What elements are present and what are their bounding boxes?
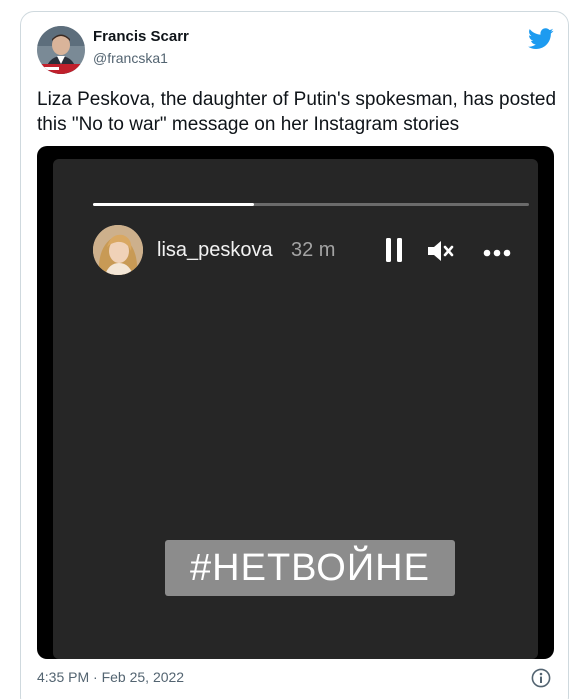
pause-icon[interactable] (383, 237, 405, 263)
story-progress-fill (93, 203, 255, 206)
more-dots-icon[interactable] (483, 245, 511, 257)
info-icon[interactable] (531, 668, 551, 688)
tweet-text: Liza Peskova, the daughter of Putin's sp… (37, 89, 557, 135)
muted-speaker-icon[interactable] (426, 239, 454, 263)
author-handle[interactable]: @francska1 (93, 50, 168, 66)
tweet-media[interactable]: lisa_peskova 32 m #НЕТВОЙНЕ (37, 146, 554, 659)
author-avatar[interactable] (37, 26, 85, 74)
story-progress-bar (93, 203, 529, 206)
instagram-story-frame: lisa_peskova 32 m #НЕТВОЙНЕ (53, 159, 538, 659)
author-name[interactable]: Francis Scarr (93, 28, 189, 45)
twitter-bird-icon[interactable] (528, 28, 554, 50)
tweet-timestamp[interactable]: 4:35 PM · Feb 25, 2022 (37, 669, 184, 685)
story-time: 32 m (291, 239, 336, 261)
story-avatar[interactable] (93, 225, 143, 275)
hashtag-sticker: #НЕТВОЙНЕ (165, 540, 455, 596)
hashtag-text: #НЕТВОЙНЕ (190, 546, 430, 589)
story-username[interactable]: lisa_peskova (157, 239, 273, 262)
tweet-card[interactable]: Francis Scarr @francska1 Liza Peskova, t… (20, 11, 569, 699)
